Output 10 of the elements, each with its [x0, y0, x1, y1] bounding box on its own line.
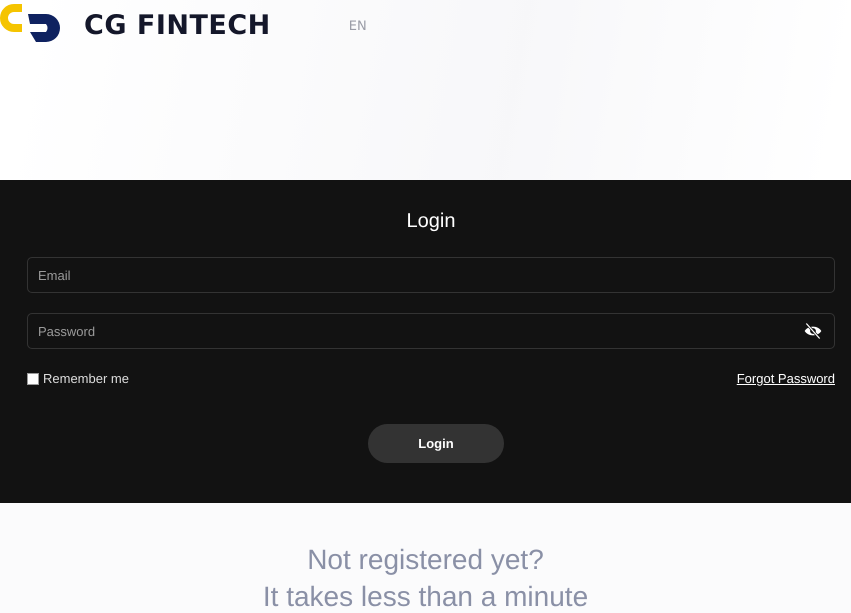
forgot-password-link[interactable]: Forgot Password	[736, 371, 835, 386]
signup-prompt-text: Not registered yet?	[306, 543, 545, 577]
password-field[interactable]: Password	[27, 313, 835, 349]
signup-prompt-text: It takes less than a minute	[262, 580, 590, 613]
email-field[interactable]: Email	[27, 257, 835, 293]
remember-me-checkbox[interactable]: Remember me	[27, 371, 129, 386]
login-button[interactable]: Login	[368, 424, 504, 463]
eye-slash-icon[interactable]	[803, 321, 823, 341]
brand-name: CG FINTECH	[84, 10, 271, 41]
login-title: Login	[406, 210, 456, 233]
